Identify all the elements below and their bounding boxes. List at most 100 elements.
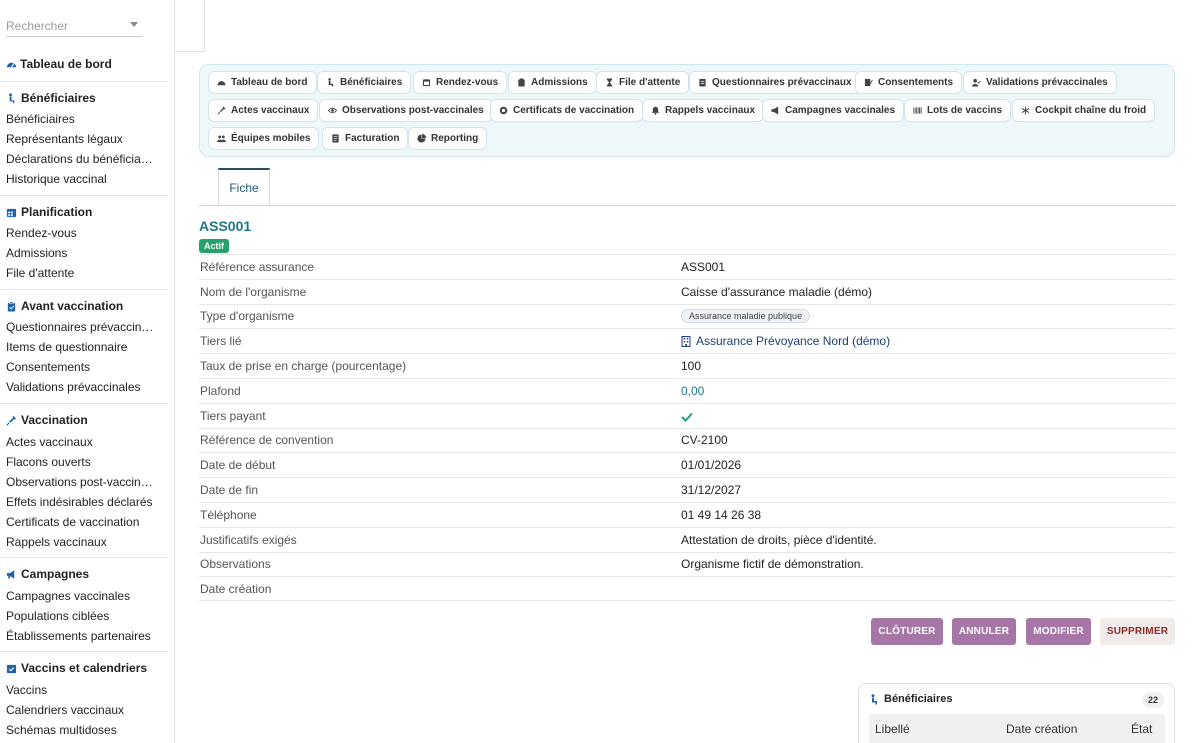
chip-file-attente[interactable]: File d'attente — [596, 71, 690, 94]
chip-equipes[interactable]: Équipes mobiles — [208, 127, 320, 150]
sidebar-item-historique[interactable]: Historique vaccinal — [6, 172, 168, 186]
chip-rendez-vous[interactable]: Rendez-vous — [413, 71, 508, 94]
sidebar-section-vaccination[interactable]: Vaccination — [6, 413, 88, 427]
field-value: CV-2100 — [681, 433, 728, 448]
sidebar-item-consentements[interactable]: Consentements — [6, 360, 168, 374]
chip-actes-vaccinaux[interactable]: Actes vaccinaux — [208, 99, 319, 122]
chip-label: Reporting — [431, 133, 479, 144]
certificate-icon — [499, 106, 508, 115]
chip-label: Consentements — [878, 77, 954, 88]
column-header-libelle[interactable]: Libellé — [875, 722, 910, 736]
sidebar-item-questionnaires[interactable]: Questionnaires prévaccin… — [6, 320, 168, 334]
column-header-etat[interactable]: État — [1131, 722, 1152, 736]
sidebar-item-rappels[interactable]: Rappels vaccinaux — [6, 535, 168, 549]
sidebar-item-representants[interactable]: Représentants légaux — [6, 132, 168, 146]
field-value: 0,00 — [681, 383, 705, 398]
sidebar-item-rendez-vous[interactable]: Rendez-vous — [6, 226, 168, 240]
barcode-icon — [913, 106, 922, 115]
sidebar-item-file-attente[interactable]: File d'attente — [6, 266, 168, 280]
modifier-button[interactable]: MODIFIER — [1026, 618, 1091, 645]
sidebar-section-avant-vaccination[interactable]: Avant vaccination — [6, 299, 123, 313]
sidebar-section-title: Planification — [21, 205, 93, 219]
field-row: Justificatifs exigés Attestation de droi… — [199, 526, 1175, 552]
chevron-down-icon[interactable] — [130, 22, 138, 27]
tab-fiche[interactable]: Fiche — [218, 168, 270, 205]
sidebar-item-flacons[interactable]: Flacons ouverts — [6, 455, 168, 469]
chip-consentements[interactable]: Consentements — [855, 71, 963, 94]
chip-observations[interactable]: Observations post-vaccinales — [319, 99, 493, 122]
invoice-icon — [331, 134, 340, 143]
syringe-icon — [6, 415, 17, 426]
chip-certificats[interactable]: Certificats de vaccination — [490, 99, 644, 122]
sidebar-section-beneficiaires[interactable]: Bénéficiaires — [6, 91, 96, 105]
module-navigation: Tableau de bord Bénéficiaires Rendez-vou… — [199, 64, 1175, 157]
field-row: Tiers payant — [199, 402, 1175, 428]
chip-lots[interactable]: Lots de vaccins — [904, 99, 1012, 122]
cloturer-button[interactable]: CLÔTURER — [871, 618, 943, 645]
calendar-check-icon — [6, 663, 17, 674]
sidebar-section-vaccins[interactable]: Vaccins et calendriers — [6, 661, 147, 675]
divider — [0, 289, 168, 290]
sidebar-item-validations[interactable]: Validations prévaccinales — [6, 380, 168, 394]
record-fields: Référence assurance ASS001 Nom de l'orga… — [199, 254, 1175, 602]
megaphone-icon — [6, 569, 17, 580]
tiers-link[interactable]: Assurance Prévoyance Nord (démo) — [696, 334, 890, 348]
sidebar-item-items-questionnaire[interactable]: Items de questionnaire — [6, 340, 168, 354]
chip-facturation[interactable]: Facturation — [322, 127, 409, 150]
sidebar-item-calendriers[interactable]: Calendriers vaccinaux — [6, 703, 168, 717]
search-input[interactable] — [6, 17, 124, 35]
chip-tableau-de-bord[interactable]: Tableau de bord — [208, 71, 317, 94]
chip-label: Campagnes vaccinales — [785, 105, 896, 116]
field-value — [681, 411, 693, 422]
field-row: Référence de convention CV-2100 — [199, 427, 1175, 453]
field-value: 31/12/2027 — [681, 483, 742, 498]
annuler-button[interactable]: ANNULER — [952, 618, 1016, 645]
chip-admissions[interactable]: Admissions — [508, 71, 597, 94]
sidebar-section-campagnes[interactable]: Campagnes — [6, 567, 89, 581]
field-value[interactable]: Assurance Prévoyance Nord (démo) — [681, 334, 890, 348]
chip-cockpit[interactable]: Cockpit chaîne du froid — [1012, 99, 1156, 122]
field-label: Type d'organisme — [200, 309, 295, 324]
pie-chart-icon — [417, 134, 426, 143]
chip-questionnaires[interactable]: Questionnaires prévaccinaux — [689, 71, 861, 94]
users-icon — [217, 134, 226, 143]
clipboard-icon — [517, 78, 526, 87]
chip-beneficiaires[interactable]: Bénéficiaires — [317, 71, 412, 94]
clipboard-list-icon — [698, 78, 707, 87]
sidebar-section-title: Vaccination — [21, 413, 88, 427]
chip-reporting[interactable]: Reporting — [408, 127, 488, 150]
field-value: Caisse d'assurance maladie (démo) — [681, 284, 873, 299]
sidebar-item-beneficiaires[interactable]: Bénéficiaires — [6, 112, 168, 126]
sidebar-item-etablissements[interactable]: Établissements partenaires — [6, 629, 168, 643]
sidebar-item-effets[interactable]: Effets indésirables déclarés — [6, 495, 168, 509]
chip-label: Certificats de vaccination — [513, 105, 635, 116]
sidebar-section-title: Bénéficiaires — [21, 91, 96, 105]
sidebar-item-declarations[interactable]: Déclarations du bénéficia… — [6, 152, 168, 166]
field-row: Date de fin 31/12/2027 — [199, 477, 1175, 502]
divider — [0, 195, 168, 196]
sidebar-item-observations[interactable]: Observations post-vaccin… — [6, 475, 168, 489]
field-value: 01/01/2026 — [681, 458, 742, 473]
sidebar-item-certificats[interactable]: Certificats de vaccination — [6, 515, 168, 529]
sidebar-item-dashboard[interactable]: Tableau de bord — [6, 57, 112, 71]
chip-rappels[interactable]: Rappels vaccinaux — [642, 99, 765, 122]
calendar-icon — [422, 78, 431, 87]
field-row: Tiers lié Assurance Prévoyance Nord (dém… — [199, 328, 1175, 353]
sidebar-item-populations[interactable]: Populations ciblées — [6, 609, 168, 623]
sidebar-item-admissions[interactable]: Admissions — [6, 246, 168, 260]
sidebar-item-actes[interactable]: Actes vaccinaux — [6, 435, 168, 449]
sidebar-item-campagnes-vaccinales[interactable]: Campagnes vaccinales — [6, 589, 168, 603]
sidebar-section-planification[interactable]: Planification — [6, 205, 92, 219]
sidebar-item-vaccins[interactable]: Vaccins — [6, 683, 168, 697]
sidebar-item-schemas[interactable]: Schémas multidoses — [6, 723, 168, 737]
search-box[interactable] — [6, 17, 142, 37]
sidebar-section-title: Vaccins et calendriers — [21, 661, 148, 675]
supprimer-button[interactable]: SUPPRIMER — [1100, 618, 1175, 645]
chip-label: Actes vaccinaux — [231, 105, 310, 116]
column-header-date-creation[interactable]: Date création — [1006, 722, 1077, 736]
chip-validations[interactable]: Validations prévaccinales — [963, 71, 1117, 94]
chip-label: Bénéficiaires — [340, 77, 403, 88]
chip-label: Validations prévaccinales — [986, 77, 1108, 88]
sidebar-section-title: Campagnes — [21, 567, 90, 581]
chip-campagnes[interactable]: Campagnes vaccinales — [762, 99, 905, 122]
